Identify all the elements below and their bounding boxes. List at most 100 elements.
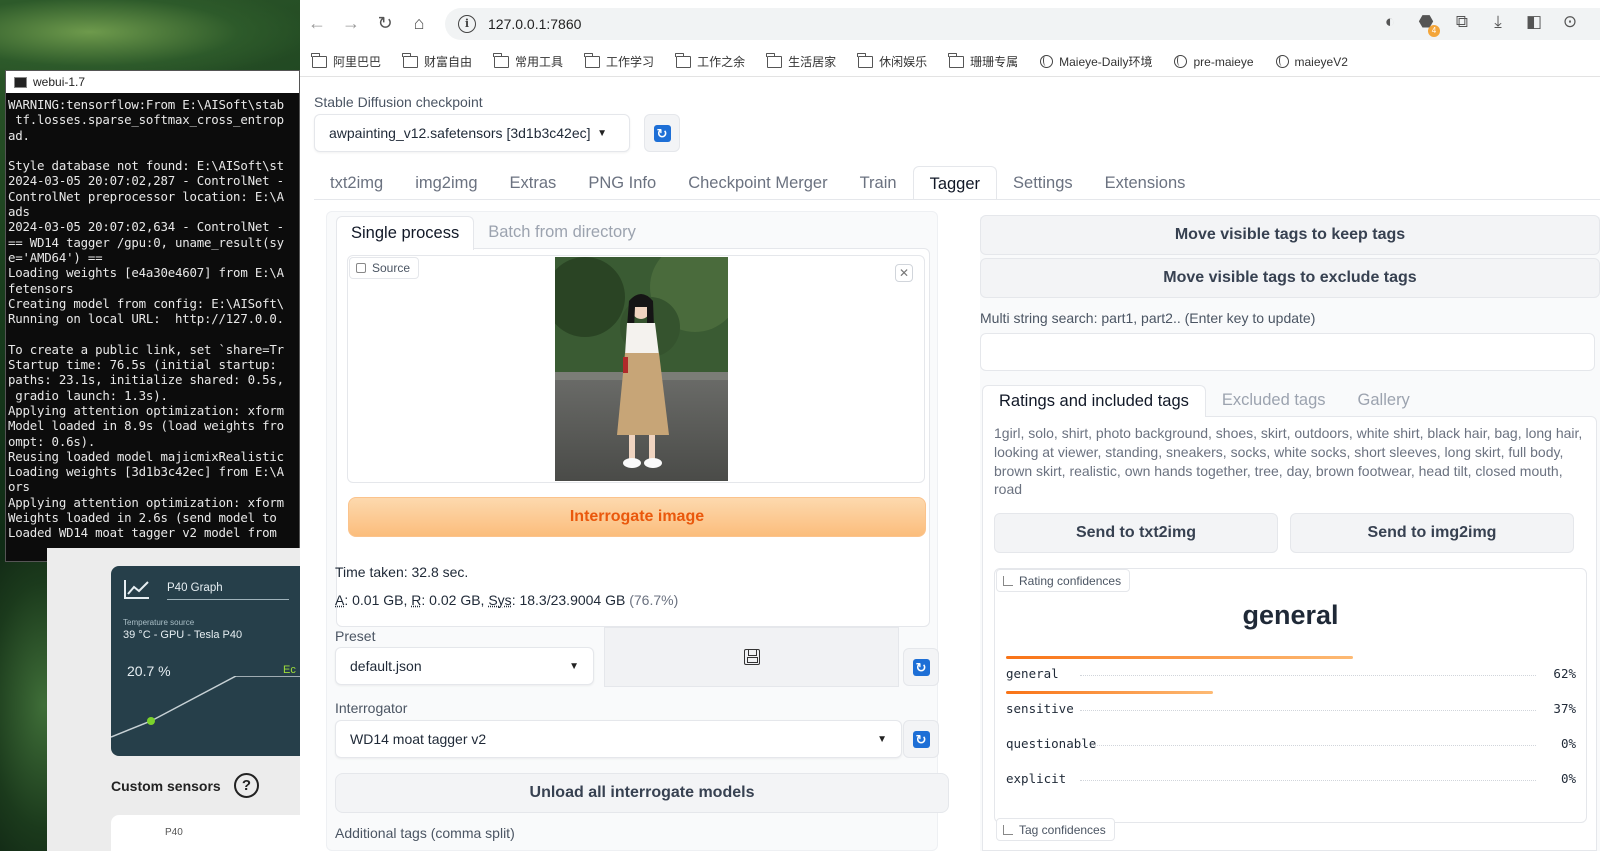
sensor-card-p40[interactable]: P40	[111, 815, 300, 851]
terminal-line: ors	[8, 479, 30, 495]
interrogate-image-button[interactable]: Interrogate image	[348, 497, 926, 537]
extension-badge-icon[interactable]: ⬣ 4	[1414, 10, 1440, 37]
webui-page: Stable Diffusion checkpoint awpainting_v…	[300, 78, 1600, 851]
url-text[interactable]: 127.0.0.1:7860	[488, 16, 581, 32]
bookmark-label: 工作之余	[697, 55, 746, 69]
multi-search-input[interactable]	[980, 333, 1595, 371]
terminal-line: Creating model from config: E:\AISoft\	[8, 295, 284, 311]
reload-icon[interactable]: ↻	[368, 7, 402, 41]
tab-img2img[interactable]: img2img	[399, 166, 493, 200]
interrogator-dropdown[interactable]: WD14 moat tagger v2 ▼	[335, 720, 902, 758]
bookmark-item[interactable]: Maieye-Daily环境	[1040, 53, 1152, 70]
bookmark-item[interactable]: 珊珊专属	[948, 52, 1018, 70]
move-to-exclude-button[interactable]: Move visible tags to exclude tags	[980, 258, 1600, 298]
move-to-keep-button[interactable]: Move visible tags to keep tags	[980, 215, 1600, 255]
terminal-line: tf.losses.sparse_softmax_cross_entrop	[8, 112, 284, 128]
tab-train[interactable]: Train	[844, 166, 913, 200]
bookmark-item[interactable]: pre-maieye	[1174, 54, 1254, 69]
tab-tagger[interactable]: Tagger	[912, 166, 998, 200]
send-to-txt2img-button[interactable]: Send to txt2img	[994, 513, 1278, 553]
bookmark-label: 财富自由	[424, 55, 473, 69]
subtab-single-process[interactable]: Single process	[336, 216, 475, 250]
tags-tab-excluded-tags[interactable]: Excluded tags	[1206, 385, 1342, 417]
subtab-batch-from-directory[interactable]: Batch from directory	[474, 216, 650, 250]
reader-icon[interactable]: ◐	[1378, 10, 1402, 34]
terminal-window[interactable]: webui-1.7 WARNING:tensorflow:From E:\AIS…	[5, 70, 300, 562]
mem-r-label: R	[411, 592, 422, 608]
bookmark-item[interactable]: 休闲娱乐	[857, 52, 927, 70]
folder-icon	[311, 52, 327, 68]
tags-tabs: Ratings and included tags Excluded tags Ga…	[982, 385, 1426, 417]
tab-png-info[interactable]: PNG Info	[572, 166, 672, 200]
gpu-title-divider	[167, 599, 289, 600]
folder-icon	[948, 52, 965, 68]
checkpoint-dropdown[interactable]: awpainting_v12.safetensors [3d1b3c42ec] …	[314, 114, 630, 152]
home-icon[interactable]: ⌂	[402, 7, 436, 41]
save-icon	[743, 649, 760, 665]
preset-dropdown[interactable]: default.json ▼	[335, 647, 594, 685]
rating-confidences-chip: Rating confidences	[996, 569, 1131, 592]
gpu-graph-card[interactable]: P40 Graph Temperature source 39 °C - GPU…	[111, 566, 300, 756]
folder-icon	[766, 52, 783, 68]
bookmark-item[interactable]: 财富自由	[402, 52, 473, 70]
forward-arrow-icon[interactable]: →	[334, 7, 368, 41]
tags-output-text[interactable]: 1girl, solo, shirt, photo background, sh…	[994, 424, 1589, 499]
save-preset-button[interactable]	[604, 627, 899, 687]
bookmark-label: pre-maieye	[1193, 54, 1254, 69]
bookmark-item[interactable]: 阿里巴巴	[311, 52, 381, 70]
unload-models-button[interactable]: Unload all interrogate models	[335, 773, 949, 813]
bookmark-item[interactable]: maieyeV2	[1275, 55, 1348, 69]
tab-extensions[interactable]: Extensions	[1089, 166, 1202, 200]
tag-confidences-label: Tag confidences	[1019, 822, 1106, 837]
bookmark-item[interactable]: 工作之余	[675, 52, 746, 70]
tab-txt2img[interactable]: txt2img	[314, 166, 399, 200]
tagger-sub-tabs: Single process Batch from directory	[336, 216, 650, 250]
terminal-line: gradio launch: 1.3s).	[8, 387, 168, 403]
terminal-line: Loaded WD14 moat tagger v2 model from	[8, 525, 277, 541]
terminal-line: == WD14 tagger /gpu:0, uname_result(sy	[8, 234, 284, 250]
rating-bar	[1006, 691, 1214, 694]
extension-badge: 4	[1428, 25, 1440, 37]
folder-icon	[493, 52, 510, 68]
checkpoint-refresh-button[interactable]: ↻	[644, 114, 680, 152]
terminal-titlebar[interactable]: webui-1.7	[6, 71, 299, 93]
bookmark-item[interactable]: 生活居家	[766, 52, 836, 70]
terminal-line: Model loaded in 8.9s (load weights fro	[8, 418, 284, 434]
bookmark-item[interactable]: 常用工具	[493, 52, 564, 70]
mem-sys-label: Sys	[488, 592, 512, 608]
terminal-line: Reusing loaded model majicmixRealistic	[8, 448, 284, 464]
site-info-icon[interactable]: i	[458, 15, 476, 33]
folder-icon	[402, 52, 419, 68]
terminal-title: webui-1.7	[33, 75, 86, 89]
help-icon[interactable]: ?	[234, 773, 259, 798]
chevron-down-icon: ▼	[597, 127, 607, 139]
rating-name: questionable	[1006, 736, 1097, 751]
send-to-img2img-button[interactable]: Send to img2img	[1290, 513, 1574, 553]
time-taken: Time taken: 32.8 sec.	[335, 564, 469, 580]
source-label-chip: Source	[349, 257, 420, 279]
mem-a-label: A	[335, 592, 345, 608]
profile-icon[interactable]: ⊙	[1558, 10, 1582, 34]
tab-checkpoint-merger[interactable]: Checkpoint Merger	[672, 166, 843, 200]
interrogator-refresh-button[interactable]: ↻	[903, 720, 939, 758]
tab-extras[interactable]: Extras	[494, 166, 573, 200]
download-icon[interactable]: ⤓	[1486, 10, 1510, 34]
clear-image-button[interactable]: ✕	[895, 264, 913, 282]
tags-tab-gallery[interactable]: Gallery	[1342, 385, 1426, 417]
globe-icon	[1174, 55, 1188, 68]
rating-dots	[1080, 780, 1536, 781]
bookmark-label: 常用工具	[515, 55, 564, 69]
bookmark-label: Maieye-Daily环境	[1059, 55, 1153, 69]
terminal-line: Loading weights [3d1b3c42ec] from E:\A	[8, 464, 284, 480]
puzzle-icon[interactable]: ⧉	[1450, 10, 1474, 34]
bookmark-item[interactable]: 工作学习	[584, 52, 654, 70]
checkpoint-value: awpainting_v12.safetensors [3d1b3c42ec]	[329, 125, 591, 141]
tab-settings[interactable]: Settings	[997, 166, 1089, 200]
mem-a-value: : 0.01 GB,	[344, 592, 412, 608]
terminal-line: Loading weights [e4a30e4607] from E:\A	[8, 265, 284, 281]
tags-tab-ratings-and-included-tags[interactable]: Ratings and included tags	[982, 385, 1206, 417]
back-arrow-icon[interactable]: ←	[300, 7, 334, 41]
additional-tags-label: Additional tags (comma split)	[335, 825, 515, 841]
preset-refresh-button[interactable]: ↻	[903, 648, 939, 686]
sidebar-icon[interactable]: ◧	[1522, 10, 1546, 34]
